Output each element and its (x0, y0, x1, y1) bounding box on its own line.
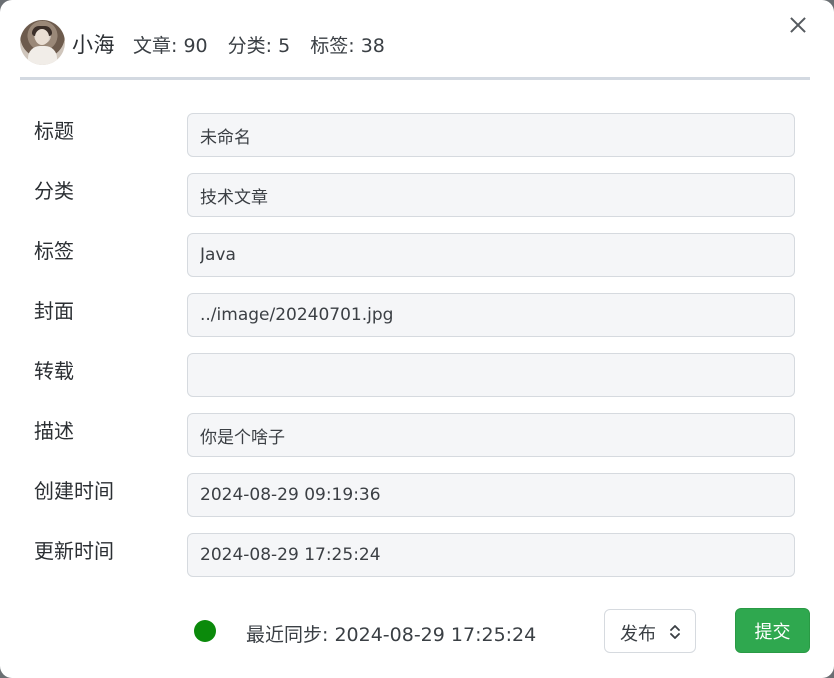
publish-status-select[interactable]: 发布 (604, 609, 696, 653)
updated-time-input[interactable] (187, 533, 795, 577)
created-time-label: 创建时间 (34, 479, 114, 503)
article-count: 文章: 90 (133, 35, 208, 57)
form-row-category: 分类 (34, 173, 796, 219)
tags-input[interactable] (187, 233, 795, 277)
username: 小海 (72, 33, 115, 57)
description-input[interactable] (187, 413, 795, 457)
repost-label: 转载 (34, 359, 74, 383)
updated-time-label: 更新时间 (34, 539, 114, 563)
tag-count: 标签: 38 (310, 35, 385, 57)
title-label: 标题 (34, 119, 74, 143)
description-label: 描述 (34, 419, 74, 443)
category-label: 分类 (34, 179, 74, 203)
tags-label: 标签 (34, 239, 74, 263)
publish-status-value: 发布 (620, 624, 656, 645)
form-row-description: 描述 (34, 413, 796, 459)
title-input[interactable] (187, 113, 795, 157)
avatar-face (35, 29, 49, 45)
submit-button[interactable]: 提交 (735, 608, 810, 653)
form-row-title: 标题 (34, 113, 796, 159)
chevron-up-down-icon (670, 625, 680, 639)
form-row-tags: 标签 (34, 233, 796, 279)
category-count: 分类: 5 (227, 35, 291, 57)
form-row-cover: 封面 (34, 293, 796, 339)
created-time-input[interactable] (187, 473, 795, 517)
last-sync-text: 最近同步: 2024-08-29 17:25:24 (246, 624, 537, 646)
status-dot-icon (194, 620, 216, 642)
article-settings-modal: 小海 文章: 90 分类: 5 标签: 38 标题 分类 标签 封面 转载 描述… (0, 0, 834, 678)
modal-header: 小海 文章: 90 分类: 5 标签: 38 (20, 20, 810, 80)
category-input[interactable] (187, 173, 795, 217)
form-row-repost: 转载 (34, 353, 796, 399)
form-row-updated: 更新时间 (34, 533, 796, 579)
cover-input[interactable] (187, 293, 795, 337)
avatar (20, 20, 65, 65)
repost-input[interactable] (187, 353, 795, 397)
avatar-body (28, 46, 57, 65)
close-icon[interactable] (786, 12, 810, 36)
form-row-created: 创建时间 (34, 473, 796, 519)
user-stats: 文章: 90 分类: 5 标签: 38 (133, 31, 399, 58)
cover-label: 封面 (34, 299, 74, 323)
